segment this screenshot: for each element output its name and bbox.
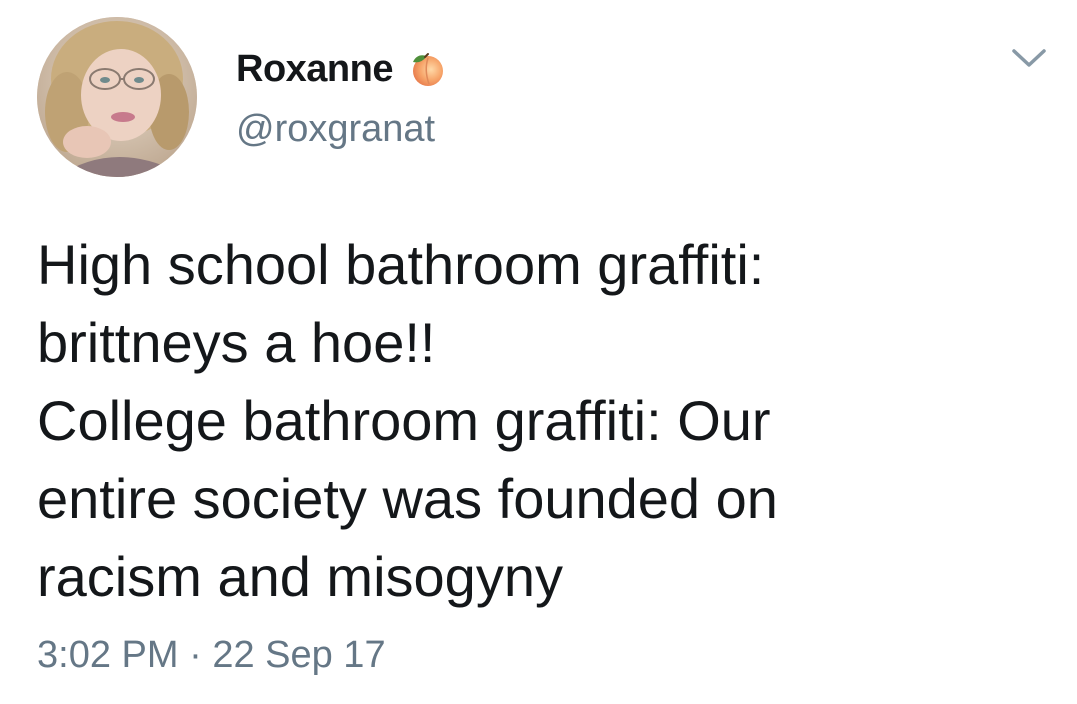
tweet-line: brittneys a hoe!! — [37, 311, 436, 374]
author-name-row[interactable]: Roxanne — [236, 44, 445, 94]
avatar[interactable] — [37, 17, 197, 177]
tweet-line: High school bathroom graffiti: — [37, 233, 765, 296]
tweet-text: High school bathroom graffiti: brittneys… — [37, 226, 1047, 616]
peach-icon — [412, 53, 443, 86]
author-handle[interactable]: @roxgranat — [236, 108, 435, 151]
tweet-date: 22 Sep 17 — [212, 634, 386, 676]
tweet-time: 3:02 PM — [37, 634, 179, 676]
meta-separator: · — [178, 634, 213, 676]
tweet-line: racism and misogyny — [37, 545, 563, 608]
tweet-line: entire society was founded on — [37, 467, 778, 530]
avatar-photo — [37, 17, 197, 177]
tweet-line: College bathroom graffiti: Our — [37, 389, 771, 452]
display-name[interactable]: Roxanne — [236, 48, 393, 91]
tweet-timestamp[interactable]: 3:02 PM · 22 Sep 17 — [37, 634, 386, 677]
chevron-down-icon[interactable] — [1010, 46, 1048, 70]
